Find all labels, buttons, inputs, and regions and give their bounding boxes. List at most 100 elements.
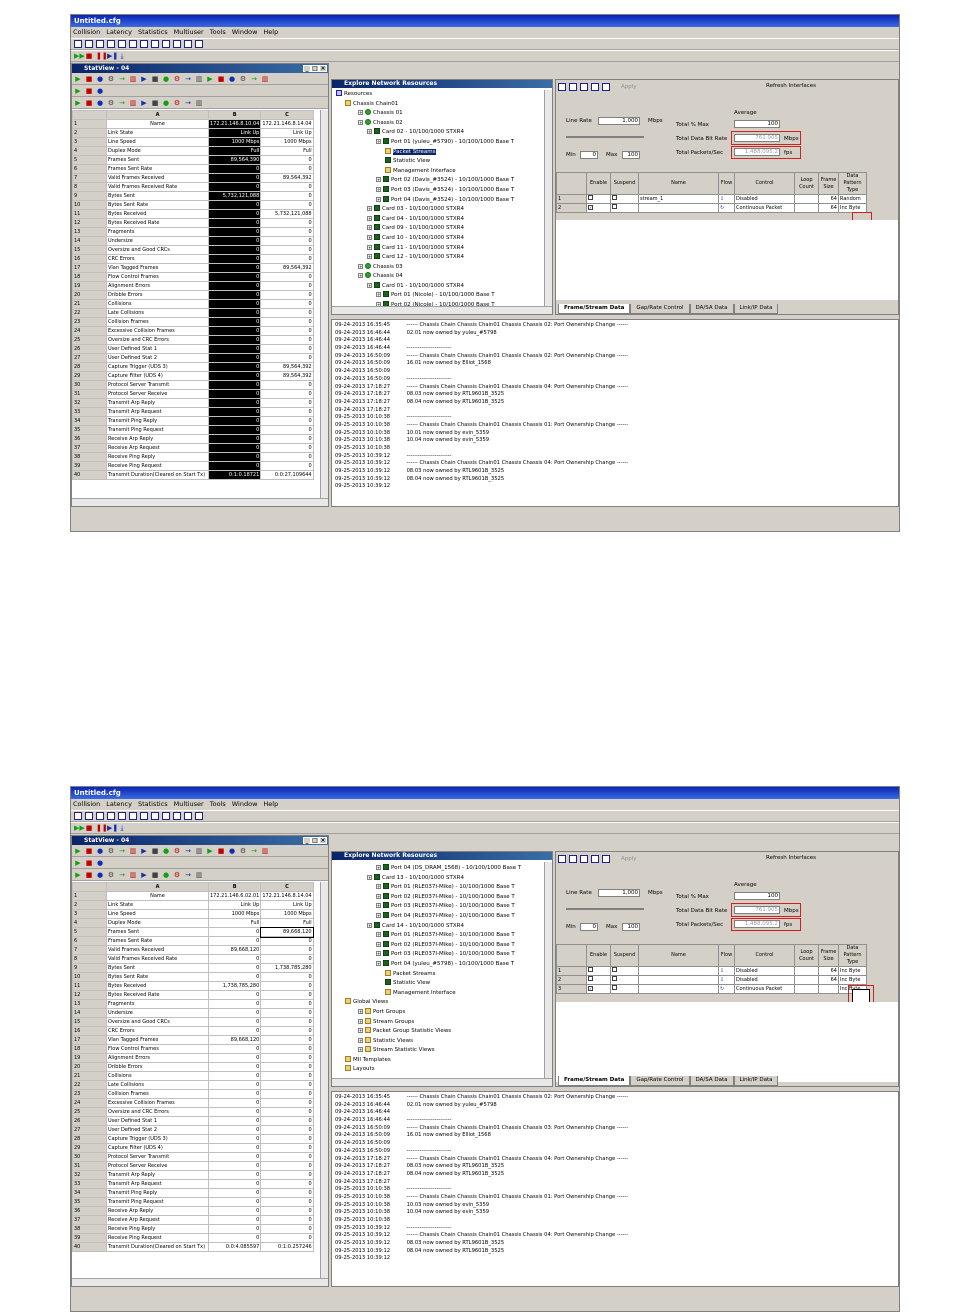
stat-value-b[interactable]: Full [207, 918, 262, 928]
stat-tool-icon[interactable]: ● [96, 859, 104, 867]
stat-value-b[interactable]: 0 [207, 1215, 262, 1225]
expand-icon[interactable]: + [376, 912, 381, 918]
stat-tool-icon[interactable]: ▥ [129, 871, 137, 879]
tree-node[interactable]: + Port 01 (Nicole) - 10/100/1000 Base T [336, 291, 514, 301]
tree-node[interactable]: + Port 04 (yuleu_#5798) - 10/100/1000 Bas… [336, 959, 521, 970]
stream-cell[interactable]: 64 [818, 966, 839, 976]
stat-value-c[interactable]: 0 [260, 1080, 314, 1090]
tree-node[interactable]: + Port Groups [336, 1007, 521, 1018]
stream-column-header[interactable]: Data Pattern Type [838, 172, 867, 195]
toolbar-icon[interactable] [195, 40, 203, 48]
flow-icon[interactable]: ⇩ [720, 977, 724, 983]
toolbar-icon[interactable] [162, 40, 170, 48]
stat-value-b[interactable]: 0 [207, 200, 262, 210]
stat-value-b[interactable]: Link Up [207, 900, 262, 910]
checkbox[interactable] [612, 204, 617, 209]
stream-cell[interactable]: Inc Byte [838, 975, 867, 985]
stat-value-c[interactable]: 0 [260, 281, 314, 291]
stat-tool-icon[interactable]: ■ [151, 871, 159, 879]
tab-gap-rate-control[interactable]: Gap/Rate Control [630, 1076, 690, 1086]
stat-value-c[interactable]: 0 [260, 344, 314, 354]
stream-cell[interactable] [638, 984, 719, 994]
tree-node[interactable]: Resources [336, 90, 514, 100]
download-icon[interactable]: ⤓ [118, 824, 126, 832]
stop-icon[interactable]: ■ [85, 824, 93, 832]
expand-icon[interactable]: + [367, 215, 372, 221]
stat-value-b[interactable]: 0 [207, 1098, 262, 1108]
stream-tool-icon[interactable] [558, 83, 566, 91]
menu-statistics[interactable]: Statistics [138, 800, 168, 809]
rate-slider[interactable] [566, 908, 644, 910]
stat-value-c[interactable]: 1,738,785,280 [260, 963, 314, 973]
expand-icon[interactable]: + [358, 1028, 363, 1034]
stream-column-header[interactable]: Flow [718, 172, 735, 195]
expand-icon[interactable]: + [376, 903, 381, 909]
menu-multiuser[interactable]: Multiuser [174, 28, 204, 37]
tree-node[interactable]: + Card 02 - 10/100/1000 STXR4 [336, 128, 514, 138]
table-row[interactable]: 2 ⇩ Disabled 64 Inc Byte [556, 975, 867, 985]
stat-tool-icon[interactable]: ▥ [129, 75, 137, 83]
stat-value-c[interactable]: 0 [260, 945, 314, 955]
toolbar-icon[interactable] [74, 812, 82, 820]
stat-tool-icon[interactable]: ● [96, 75, 104, 83]
stat-tool-icon[interactable]: ▶ [140, 847, 148, 855]
tree-node[interactable]: + Card 01 - 10/100/1000 STXR4 [336, 281, 514, 292]
stat-value-b[interactable]: 0 [207, 353, 262, 363]
column-header-a[interactable]: A [106, 882, 209, 892]
stat-tool-icon[interactable]: ● [162, 99, 170, 107]
toolbar-icon[interactable] [151, 40, 159, 48]
stream-cell[interactable]: ✓ [586, 984, 611, 994]
tree-node[interactable]: + Port 02 (RLE037I-Mike) - 10/100/1000 Ba… [336, 940, 521, 951]
stat-value-b[interactable]: 0 [207, 1008, 262, 1018]
stat-value-c[interactable]: Full [260, 918, 314, 928]
stream-tool-icon[interactable] [602, 855, 610, 863]
stream-cell[interactable]: ↻ [718, 984, 735, 994]
stat-value-c[interactable]: 0 [260, 389, 314, 399]
stat-value-b[interactable]: 0 [207, 972, 262, 982]
pause-icon[interactable]: ❚❚ [96, 824, 108, 832]
stat-value-c[interactable]: 0:1:0.257246 [260, 1242, 314, 1252]
tree-node[interactable]: Layouts [336, 1065, 521, 1075]
stats-vscroll[interactable] [320, 110, 328, 498]
download-icon[interactable]: ⤓ [118, 52, 126, 60]
checkbox[interactable] [588, 976, 593, 981]
stat-value-b[interactable]: 0 [207, 1107, 262, 1117]
stat-value-c[interactable]: 0 [260, 236, 314, 246]
toolbar-icon[interactable] [129, 812, 137, 820]
stream-column-header[interactable]: Data Pattern Type [838, 944, 867, 967]
stat-tool-icon[interactable]: → [250, 847, 258, 855]
expand-icon[interactable]: + [376, 960, 381, 966]
stream-tool-icon[interactable] [591, 855, 599, 863]
stream-cell[interactable]: Disabled [734, 966, 795, 976]
table-row[interactable]: 3 ✓ ↻ Continuous Packet Inc Byte [556, 984, 867, 994]
menu-collision[interactable]: Collision [73, 800, 100, 809]
stream-cell[interactable] [638, 966, 719, 976]
stat-value-b[interactable]: 0 [207, 254, 262, 264]
stream-cell[interactable] [610, 966, 639, 976]
stat-value-b[interactable]: 0 [207, 1143, 262, 1153]
stat-value-b[interactable]: 0 [207, 999, 262, 1009]
stat-value-b[interactable]: 0 [207, 1044, 262, 1054]
expand-icon[interactable]: + [376, 865, 381, 870]
expand-icon[interactable]: + [376, 893, 381, 899]
stream-column-header[interactable]: Control [734, 172, 795, 195]
expand-icon[interactable]: + [367, 225, 372, 231]
stat-value-b[interactable]: 89,564,390 [207, 155, 262, 165]
stat-value-b[interactable]: 0 [207, 443, 262, 453]
stat-value-c[interactable]: 0 [260, 1179, 314, 1189]
stat-value-c[interactable]: 0 [260, 1026, 314, 1036]
stat-tool-icon[interactable]: ⚙ [173, 99, 181, 107]
stat-value-b[interactable]: 5,732,121,088 [207, 191, 262, 201]
stat-tool-icon[interactable]: ⚙ [107, 75, 115, 83]
tree-node[interactable]: MII Templates [336, 1055, 521, 1066]
checkbox[interactable] [588, 967, 593, 972]
tree-node[interactable]: + Card 04 - 10/100/1000 STXR4 [336, 214, 514, 225]
stat-tool-icon[interactable]: → [118, 847, 126, 855]
stat-tool-icon[interactable]: ▥ [195, 75, 203, 83]
table-row[interactable]: 1 ⇩ Disabled 64 Inc Byte [556, 966, 867, 976]
stream-cell[interactable]: Disabled [734, 975, 795, 985]
tree-node[interactable]: + Packet Group Statistic Views [336, 1027, 521, 1037]
stream-cell[interactable]: ⇩ [718, 194, 735, 204]
stream-tool-icon[interactable] [580, 83, 588, 91]
stream-cell[interactable] [794, 984, 819, 994]
